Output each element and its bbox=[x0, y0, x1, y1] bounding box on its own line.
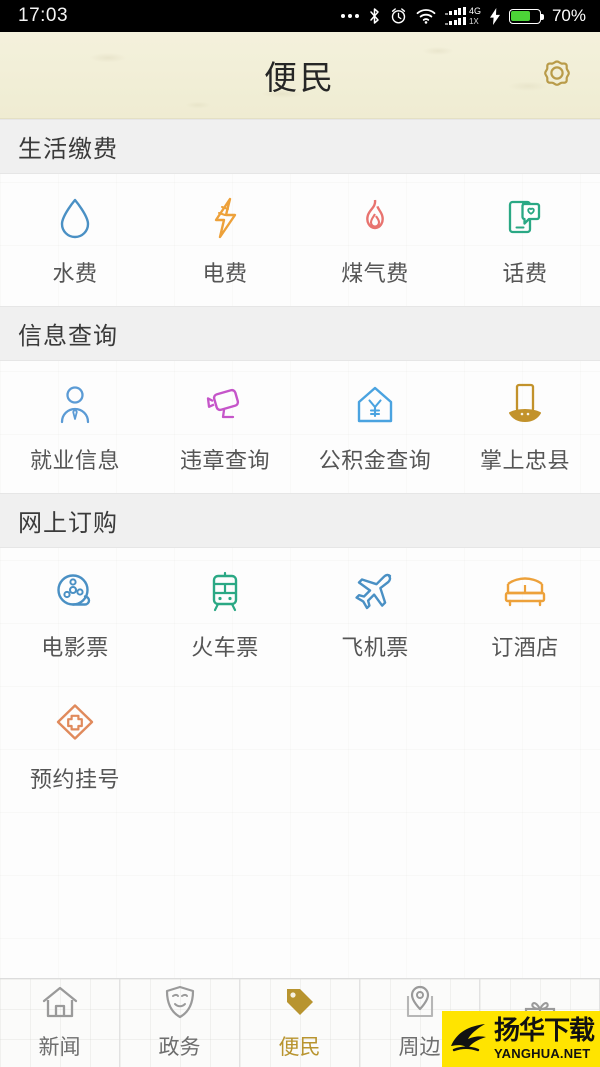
network-primary: 4G bbox=[468, 5, 481, 16]
grid-info-query: 就业信息 违章查询 公积金查询 掌上忠县 bbox=[0, 361, 600, 493]
grid-item-label: 公积金查询 bbox=[318, 449, 432, 474]
flame-icon bbox=[355, 196, 395, 240]
alarm-icon bbox=[390, 7, 407, 25]
tab-label: 周边 bbox=[398, 1035, 441, 1059]
tab-label: 便民 bbox=[278, 1035, 321, 1059]
tab-label: 政务 bbox=[158, 1035, 201, 1059]
status-bar: 17:03 4G 1X 70% bbox=[0, 0, 600, 32]
grid-item-label: 订酒店 bbox=[491, 636, 559, 661]
location-pin-icon bbox=[403, 985, 437, 1024]
shield-icon bbox=[163, 985, 197, 1024]
train-icon bbox=[205, 570, 245, 614]
grid-item-label: 掌上忠县 bbox=[479, 449, 570, 474]
medical-cross-diamond-icon bbox=[54, 702, 96, 746]
signal-bars-icon: 4G 1X bbox=[444, 5, 481, 26]
grid-item-housing-fund-query[interactable]: 公积金查询 bbox=[300, 361, 450, 493]
charging-bolt-icon bbox=[489, 7, 500, 25]
page-title: 便民 bbox=[264, 58, 336, 97]
tab-news[interactable]: 新闻 bbox=[0, 979, 120, 1067]
grid-item-gas-fee[interactable]: 煤气费 bbox=[300, 174, 450, 306]
grid-item-label: 煤气费 bbox=[341, 262, 409, 287]
grid-item-medical-appointment[interactable]: 预约挂号 bbox=[0, 680, 150, 812]
home-icon bbox=[41, 985, 79, 1024]
status-time: 17:03 bbox=[18, 5, 69, 26]
section-header-online-order: 网上订购 bbox=[0, 493, 600, 548]
grid-item-pocket-zhongxian[interactable]: 掌上忠县 bbox=[450, 361, 600, 493]
more-dots-icon bbox=[340, 14, 359, 18]
tab-convenience[interactable]: 便民 bbox=[240, 979, 360, 1067]
grid-item-label: 电费 bbox=[202, 262, 248, 287]
grid-item-book-hotel[interactable]: 订酒店 bbox=[450, 548, 600, 680]
grid-item-label: 电影票 bbox=[41, 636, 109, 661]
gear-icon bbox=[536, 52, 578, 99]
network-secondary: 1X bbox=[468, 16, 479, 26]
status-icons: 4G 1X 70% bbox=[340, 5, 586, 26]
settings-button[interactable] bbox=[532, 50, 582, 100]
grid-item-label: 火车票 bbox=[191, 636, 259, 661]
tag-icon bbox=[283, 985, 317, 1024]
wifi-icon bbox=[416, 8, 436, 24]
phone-in-hand-icon bbox=[504, 383, 546, 427]
bed-icon bbox=[502, 570, 548, 614]
grid-item-label: 话费 bbox=[502, 262, 548, 287]
watermark-text-cn: 扬华下载 bbox=[494, 1016, 595, 1046]
watermark-text: 扬华下载 YANGHUA.NET bbox=[494, 1016, 595, 1061]
bottom-tab-bar: 新闻 政务 便民 周边 扬华下载 YANGHUA.NET bbox=[0, 978, 600, 1067]
section-header-life-payment: 生活缴费 bbox=[0, 119, 600, 174]
grid-item-employment-info[interactable]: 就业信息 bbox=[0, 361, 150, 493]
grid-item-label: 违章查询 bbox=[179, 449, 270, 474]
section-title: 生活缴费 bbox=[18, 135, 118, 163]
tab-government[interactable]: 政务 bbox=[120, 979, 240, 1067]
grid-life-payment: 水费 电费 煤气费 话费 bbox=[0, 174, 600, 306]
watermark-logo-icon bbox=[448, 1016, 490, 1063]
film-reel-icon bbox=[54, 570, 96, 614]
grid-item-label: 水费 bbox=[52, 262, 98, 287]
content-area: 生活缴费 水费 电费 煤气费 话费 信息查询 就业信息 违章查询 公积金查询 掌… bbox=[0, 119, 600, 978]
battery-icon bbox=[508, 8, 544, 24]
grid-item-electricity-fee[interactable]: 电费 bbox=[150, 174, 300, 306]
app-root: 17:03 4G 1X 70% 便民 生活缴费 水费 电费 煤气费 话费 信息查… bbox=[0, 0, 600, 1067]
battery-percent: 70% bbox=[551, 6, 586, 25]
lightning-bolt-icon bbox=[205, 196, 245, 240]
watermark-text-en: YANGHUA.NET bbox=[494, 1046, 591, 1061]
grid-item-label: 就业信息 bbox=[29, 449, 120, 474]
section-title: 网上订购 bbox=[18, 509, 118, 537]
watermark-badge: 扬华下载 YANGHUA.NET bbox=[442, 1011, 600, 1067]
grid-item-water-fee[interactable]: 水费 bbox=[0, 174, 150, 306]
water-drop-icon bbox=[55, 196, 95, 240]
grid-item-violation-query[interactable]: 违章查询 bbox=[150, 361, 300, 493]
airplane-icon bbox=[353, 570, 397, 614]
section-title: 信息查询 bbox=[18, 322, 118, 350]
grid-item-train-ticket[interactable]: 火车票 bbox=[150, 548, 300, 680]
bluetooth-icon bbox=[368, 7, 381, 25]
phone-heart-icon bbox=[504, 196, 546, 240]
person-tie-icon bbox=[55, 383, 95, 427]
network-type: 4G 1X bbox=[468, 5, 481, 26]
house-yuan-icon bbox=[354, 383, 396, 427]
grid-item-movie-ticket[interactable]: 电影票 bbox=[0, 548, 150, 680]
section-header-info-query: 信息查询 bbox=[0, 306, 600, 361]
surveillance-camera-icon bbox=[202, 383, 248, 427]
grid-item-label: 预约挂号 bbox=[29, 768, 120, 793]
grid-item-label: 飞机票 bbox=[341, 636, 409, 661]
grid-item-flight-ticket[interactable]: 飞机票 bbox=[300, 548, 450, 680]
grid-item-phone-fee[interactable]: 话费 bbox=[450, 174, 600, 306]
tab-label: 新闻 bbox=[38, 1035, 81, 1059]
app-header: 便民 bbox=[0, 32, 600, 119]
grid-online-order: 电影票 火车票 飞机票 订酒店 预约挂号 bbox=[0, 548, 600, 812]
